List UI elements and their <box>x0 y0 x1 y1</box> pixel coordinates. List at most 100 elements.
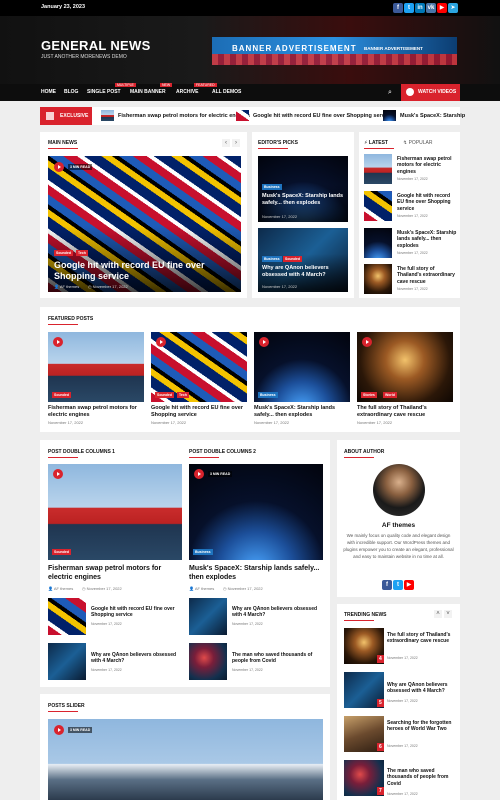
featured-image[interactable]: Sounded Tech <box>151 332 247 402</box>
play-icon[interactable] <box>54 162 64 172</box>
play-icon[interactable] <box>156 337 166 347</box>
author-name[interactable]: AF themes <box>337 522 460 530</box>
chevron-up-icon[interactable]: ˄ <box>434 610 442 618</box>
category-badge[interactable]: Tech <box>76 250 88 256</box>
latest-title[interactable]: The full story of Thailand's extraordina… <box>397 266 457 285</box>
category-badge[interactable]: Sounded <box>52 392 71 398</box>
posts-slider-card: POSTS SLIDER 3 MIN READ <box>40 694 330 800</box>
featured-title[interactable]: The full story of Thailand's extraordina… <box>357 405 453 419</box>
main-news-date: ◷ November 17, 2022 <box>88 284 128 289</box>
col1-image[interactable]: Sounded <box>48 464 182 560</box>
next-arrow-icon[interactable]: › <box>232 139 240 147</box>
col2-list-thumb[interactable] <box>189 643 227 680</box>
nav-home[interactable]: HOME <box>41 89 56 95</box>
col2-list-title[interactable]: The man who saved thousands of people fr… <box>232 652 322 665</box>
youtube-icon[interactable]: ▶ <box>437 3 447 13</box>
category-badge[interactable]: Sounded <box>52 549 71 555</box>
col2-image[interactable]: 3 MIN READ Business <box>189 464 323 560</box>
vk-icon[interactable]: vk <box>426 3 436 13</box>
col2-author[interactable]: 👤 AF themes <box>189 586 214 591</box>
nav-single-post[interactable]: SINGLE POST <box>87 89 121 95</box>
col2-list-title[interactable]: Why are QAnon believers obsessed with 4 … <box>232 606 322 619</box>
facebook-icon[interactable]: f <box>382 580 392 590</box>
featured-title[interactable]: Google hit with record EU fine over Shop… <box>151 405 247 419</box>
nav-main-banner[interactable]: MAIN BANNER <box>130 89 166 95</box>
latest-thumb[interactable] <box>364 191 392 221</box>
col1-title[interactable]: Fisherman swap petrol motors for electri… <box>48 565 182 583</box>
banner-advertisement[interactable]: BANNER ADVERTISEMENT BANNER ADVERTISEMEN… <box>212 37 457 65</box>
trending-title[interactable]: The man who saved thousands of people fr… <box>387 768 455 787</box>
play-icon[interactable] <box>362 337 372 347</box>
twitter-icon[interactable]: t <box>393 580 403 590</box>
trending-title[interactable]: The full story of Thailand's extraordina… <box>387 632 455 645</box>
author-name: AF themes <box>53 586 74 591</box>
tab-latest[interactable]: ⚡ LATEST <box>364 140 388 146</box>
main-news-author[interactable]: 👤 AF themes <box>54 284 79 289</box>
exclusive-label: EXCLUSIVE <box>40 107 92 125</box>
twitter-icon[interactable]: t <box>404 3 414 13</box>
latest-title[interactable]: Fisherman swap petrol motors for electri… <box>397 156 457 175</box>
slider-image[interactable]: 3 MIN READ <box>48 719 323 800</box>
about-heading: ABOUT AUTHOR <box>344 449 385 455</box>
chevron-down-icon[interactable]: ˅ <box>444 610 452 618</box>
nav-all-demos[interactable]: ALL DEMOS <box>212 89 241 95</box>
category-badge[interactable]: Sounded <box>54 250 73 256</box>
double-columns-card: POST DOUBLE COLUMNS 1 Sounded Fisherman … <box>40 440 330 687</box>
trending-title[interactable]: Searching for the forgotten heroes of Wo… <box>387 720 455 733</box>
site-title[interactable]: GENERAL NEWS <box>41 38 151 53</box>
category-badge[interactable]: Tech <box>177 392 189 398</box>
latest-thumb[interactable] <box>364 264 392 294</box>
featured-image[interactable]: Stories World <box>357 332 453 402</box>
latest-title[interactable]: Musk's SpaceX: Starship lands safely... … <box>397 230 457 249</box>
editors-pick-image[interactable]: Business Sounded Why are QAnon believers… <box>258 228 348 292</box>
category-badge[interactable]: World <box>383 392 397 398</box>
featured-image[interactable]: Sounded <box>48 332 144 402</box>
category-badge[interactable]: Sounded <box>155 392 174 398</box>
main-news-title[interactable]: Google hit with record EU fine over Shop… <box>54 260 214 282</box>
featured-title[interactable]: Fisherman swap petrol motors for electri… <box>48 405 144 419</box>
nav-blog[interactable]: BLOG <box>64 89 78 95</box>
category-badge[interactable]: Business <box>258 392 278 398</box>
col1-author[interactable]: 👤 AF themes <box>48 586 73 591</box>
ticker-item[interactable]: Fisherman swap petrol motors for electri… <box>118 113 250 119</box>
main-news-image[interactable]: 3 MIN READ Sounded Tech Google hit with … <box>48 156 241 292</box>
category-badge[interactable]: Business <box>193 549 213 555</box>
col1-list-title[interactable]: Why are QAnon believers obsessed with 4 … <box>91 652 181 665</box>
watch-videos-button[interactable]: WATCH VIDEOS <box>401 84 460 101</box>
category-badge[interactable]: Sounded <box>283 256 302 262</box>
editors-pick-image[interactable]: Business Musk's SpaceX: Starship lands s… <box>258 156 348 222</box>
featured-image[interactable]: Business <box>254 332 350 402</box>
category-badge[interactable]: Stories <box>361 392 377 398</box>
editors-pick-title[interactable]: Musk's SpaceX: Starship lands safely... … <box>262 193 344 206</box>
telegram-icon[interactable]: ➤ <box>448 3 458 13</box>
col1-list-thumb[interactable] <box>48 598 86 635</box>
youtube-icon[interactable]: ▶ <box>404 580 414 590</box>
play-icon[interactable] <box>54 725 64 735</box>
play-icon[interactable] <box>53 337 63 347</box>
linkedin-icon[interactable]: in <box>415 3 425 13</box>
col2-title[interactable]: Musk's SpaceX: Starship lands safely... … <box>189 565 323 583</box>
col2-heading: POST DOUBLE COLUMNS 2 <box>189 449 256 455</box>
latest-thumb[interactable] <box>364 228 392 258</box>
facebook-icon[interactable]: f <box>393 3 403 13</box>
play-icon[interactable] <box>194 469 204 479</box>
play-icon[interactable] <box>53 469 63 479</box>
ticker-item[interactable]: Google hit with record EU fine over Shop… <box>253 113 392 119</box>
editors-pick-title[interactable]: Why are QAnon believers obsessed with 4 … <box>262 265 344 278</box>
featured-title[interactable]: Musk's SpaceX: Starship lands safely... … <box>254 405 350 419</box>
nav-archive[interactable]: ARCHIVE <box>176 89 199 95</box>
search-icon[interactable]: ⌕ <box>388 89 392 97</box>
latest-title[interactable]: Google hit with record EU fine over Shop… <box>397 193 457 212</box>
prev-arrow-icon[interactable]: ‹ <box>222 139 230 147</box>
latest-thumb[interactable] <box>364 154 392 184</box>
play-icon[interactable] <box>259 337 269 347</box>
trending-title[interactable]: Why are QAnon believers obsessed with 4 … <box>387 682 455 695</box>
col1-list-title[interactable]: Google hit with record EU fine over Shop… <box>91 606 181 619</box>
col1-list-thumb[interactable] <box>48 643 86 680</box>
col2-list-thumb[interactable] <box>189 598 227 635</box>
category-badge[interactable]: Business <box>262 256 282 262</box>
ticker-item[interactable]: Musk's SpaceX: Starship <box>400 113 465 119</box>
tab-popular[interactable]: ↯ POPULAR <box>403 140 433 146</box>
heading-underline <box>189 457 219 458</box>
category-badge[interactable]: Business <box>262 184 282 190</box>
